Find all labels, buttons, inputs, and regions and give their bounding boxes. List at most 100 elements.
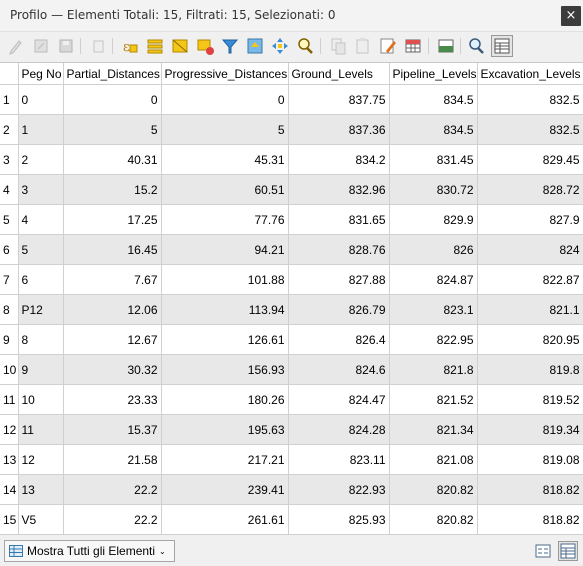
table-cell-pipeline[interactable]: 831.45 bbox=[389, 144, 478, 175]
table-cell-pipeline[interactable]: 834.5 bbox=[389, 84, 478, 115]
table-cell-ground[interactable]: 823.11 bbox=[288, 444, 390, 475]
table-cell-peg[interactable]: 3 bbox=[18, 174, 64, 205]
table-cell-pipeline[interactable]: 824.87 bbox=[389, 264, 478, 295]
table-cell-peg[interactable]: 9 bbox=[18, 354, 64, 385]
table-cell-partial[interactable]: 21.58 bbox=[63, 444, 162, 475]
row-number[interactable]: 6 bbox=[0, 234, 19, 265]
copy-icon[interactable] bbox=[328, 36, 348, 56]
table-cell-partial[interactable]: 7.67 bbox=[63, 264, 162, 295]
table-cell-excavation[interactable]: 819.8 bbox=[477, 354, 583, 385]
table-cell-peg[interactable]: 2 bbox=[18, 144, 64, 175]
table-cell-progressive[interactable]: 156.93 bbox=[161, 354, 289, 385]
column-header[interactable]: Progressive_Distances bbox=[161, 63, 289, 85]
table-cell-ground[interactable]: 828.76 bbox=[288, 234, 390, 265]
table-cell-pipeline[interactable]: 821.34 bbox=[389, 414, 478, 445]
table-cell-peg[interactable]: 13 bbox=[18, 474, 64, 505]
form-view-button[interactable] bbox=[533, 541, 553, 561]
invert-selection-icon[interactable] bbox=[170, 36, 190, 56]
table-cell-excavation[interactable]: 819.52 bbox=[477, 384, 583, 415]
table-cell-excavation[interactable]: 819.34 bbox=[477, 414, 583, 445]
corner-header[interactable] bbox=[0, 63, 19, 85]
table-cell-peg[interactable]: 10 bbox=[18, 384, 64, 415]
table-row[interactable]: 14 13 22.2 239.41 822.93 820.82 818.82 bbox=[0, 474, 583, 505]
table-cell-ground[interactable]: 834.2 bbox=[288, 144, 390, 175]
conditional-format-icon[interactable] bbox=[403, 36, 423, 56]
table-cell-excavation[interactable]: 832.5 bbox=[477, 84, 583, 115]
table-cell-pipeline[interactable]: 821.52 bbox=[389, 384, 478, 415]
select-all-icon[interactable] bbox=[145, 36, 165, 56]
table-cell-ground[interactable]: 837.36 bbox=[288, 114, 390, 145]
move-to-top-icon[interactable] bbox=[245, 36, 265, 56]
table-row[interactable]: 8 P12 12.06 113.94 826.79 823.1 821.1 bbox=[0, 294, 583, 325]
table-cell-partial[interactable]: 0 bbox=[63, 84, 162, 115]
table-cell-partial[interactable]: 30.32 bbox=[63, 354, 162, 385]
table-cell-excavation[interactable]: 818.82 bbox=[477, 474, 583, 505]
table-cell-excavation[interactable]: 827.9 bbox=[477, 204, 583, 235]
table-cell-ground[interactable]: 826.79 bbox=[288, 294, 390, 325]
table-cell-partial[interactable]: 16.45 bbox=[63, 234, 162, 265]
table-cell-pipeline[interactable]: 823.1 bbox=[389, 294, 478, 325]
table-cell-partial[interactable]: 22.2 bbox=[63, 474, 162, 505]
table-row[interactable]: 3 2 40.31 45.31 834.2 831.45 829.45 bbox=[0, 144, 583, 175]
table-cell-partial[interactable]: 12.67 bbox=[63, 324, 162, 355]
save-edits-icon[interactable] bbox=[31, 36, 51, 56]
table-cell-excavation[interactable]: 824 bbox=[477, 234, 583, 265]
table-cell-progressive[interactable]: 60.51 bbox=[161, 174, 289, 205]
table-row[interactable]: 6 5 16.45 94.21 828.76 826 824 bbox=[0, 234, 583, 265]
table-cell-excavation[interactable]: 818.82 bbox=[477, 504, 583, 535]
deselect-icon[interactable] bbox=[195, 36, 215, 56]
table-cell-peg[interactable]: 0 bbox=[18, 84, 64, 115]
row-number[interactable]: 11 bbox=[0, 384, 19, 415]
row-number[interactable]: 15 bbox=[0, 504, 19, 535]
table-cell-ground[interactable]: 824.6 bbox=[288, 354, 390, 385]
table-cell-peg[interactable]: P12 bbox=[18, 294, 64, 325]
table-cell-ground[interactable]: 825.93 bbox=[288, 504, 390, 535]
table-cell-peg[interactable]: 11 bbox=[18, 414, 64, 445]
table-cell-progressive[interactable]: 77.76 bbox=[161, 204, 289, 235]
table-cell-pipeline[interactable]: 821.08 bbox=[389, 444, 478, 475]
form-view-icon[interactable] bbox=[466, 36, 486, 56]
table-cell-partial[interactable]: 40.31 bbox=[63, 144, 162, 175]
column-header[interactable]: Pipeline_Levels bbox=[389, 63, 478, 85]
table-cell-pipeline[interactable]: 826 bbox=[389, 234, 478, 265]
row-number[interactable]: 2 bbox=[0, 114, 19, 145]
row-number[interactable]: 3 bbox=[0, 144, 19, 175]
paste-icon[interactable] bbox=[353, 36, 373, 56]
table-row[interactable]: 10 9 30.32 156.93 824.6 821.8 819.8 bbox=[0, 354, 583, 385]
table-cell-pipeline[interactable]: 820.82 bbox=[389, 474, 478, 505]
table-cell-progressive[interactable]: 261.61 bbox=[161, 504, 289, 535]
table-row[interactable]: 15 V5 22.2 261.61 825.93 820.82 818.82 bbox=[0, 504, 583, 535]
table-cell-ground[interactable]: 832.96 bbox=[288, 174, 390, 205]
row-number[interactable]: 4 bbox=[0, 174, 19, 205]
table-cell-partial[interactable]: 5 bbox=[63, 114, 162, 145]
row-number[interactable]: 10 bbox=[0, 354, 19, 385]
column-header[interactable]: Partial_Distances bbox=[63, 63, 162, 85]
table-cell-excavation[interactable]: 820.95 bbox=[477, 324, 583, 355]
table-cell-partial[interactable]: 15.2 bbox=[63, 174, 162, 205]
select-expression-icon[interactable]: ε bbox=[120, 36, 140, 56]
table-cell-progressive[interactable]: 126.61 bbox=[161, 324, 289, 355]
table-cell-progressive[interactable]: 217.21 bbox=[161, 444, 289, 475]
pencil-icon[interactable] bbox=[6, 36, 26, 56]
table-cell-pipeline[interactable]: 829.9 bbox=[389, 204, 478, 235]
table-row[interactable]: 1 0 0 0 837.75 834.5 832.5 bbox=[0, 84, 583, 115]
table-cell-ground[interactable]: 826.4 bbox=[288, 324, 390, 355]
table-cell-progressive[interactable]: 239.41 bbox=[161, 474, 289, 505]
table-cell-peg[interactable]: V5 bbox=[18, 504, 64, 535]
dock-icon[interactable] bbox=[436, 36, 456, 56]
table-cell-peg[interactable]: 5 bbox=[18, 234, 64, 265]
table-view-icon[interactable] bbox=[491, 35, 513, 57]
table-cell-progressive[interactable]: 0 bbox=[161, 84, 289, 115]
table-cell-excavation[interactable]: 832.5 bbox=[477, 114, 583, 145]
table-cell-ground[interactable]: 831.65 bbox=[288, 204, 390, 235]
table-cell-partial[interactable]: 12.06 bbox=[63, 294, 162, 325]
table-cell-partial[interactable]: 17.25 bbox=[63, 204, 162, 235]
table-cell-partial[interactable]: 23.33 bbox=[63, 384, 162, 415]
table-cell-partial[interactable]: 22.2 bbox=[63, 504, 162, 535]
table-cell-ground[interactable]: 824.28 bbox=[288, 414, 390, 445]
table-cell-peg[interactable]: 8 bbox=[18, 324, 64, 355]
delete-icon[interactable] bbox=[88, 36, 108, 56]
table-cell-progressive[interactable]: 180.26 bbox=[161, 384, 289, 415]
table-cell-progressive[interactable]: 94.21 bbox=[161, 234, 289, 265]
column-header[interactable]: Ground_Levels bbox=[288, 63, 390, 85]
